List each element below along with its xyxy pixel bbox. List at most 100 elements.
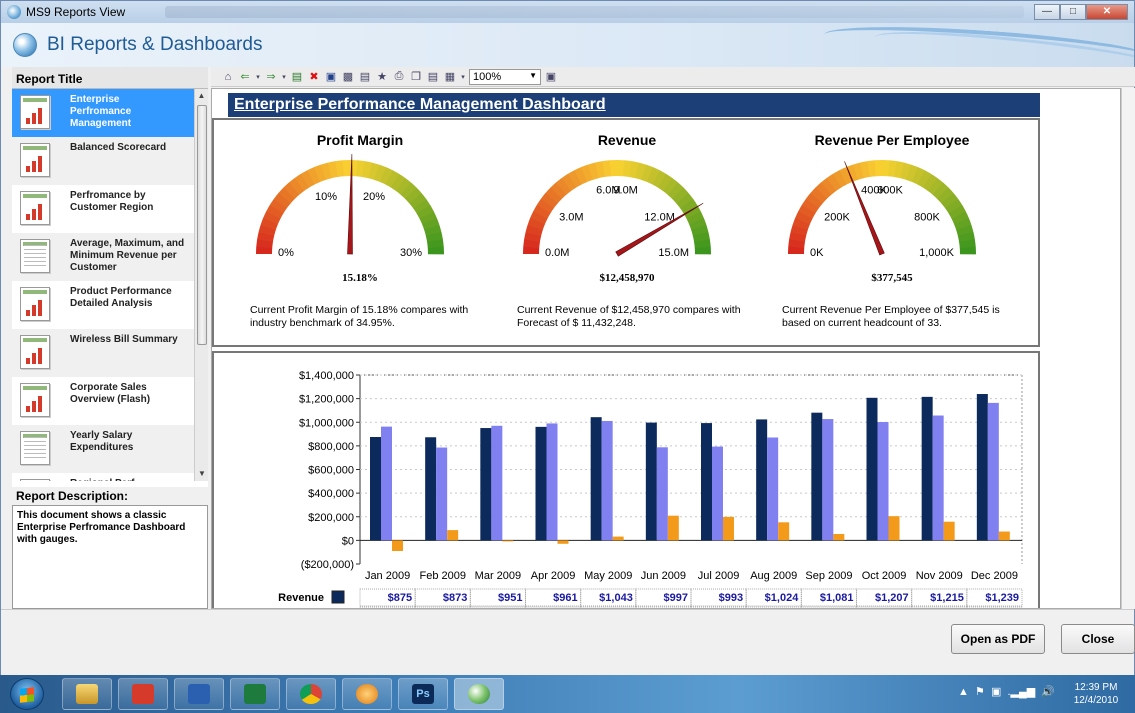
report-list-item-label: Wireless Bill Summary (70, 334, 178, 345)
table-document-icon (14, 428, 58, 468)
forward-arrow-icon[interactable]: ⇒ (264, 70, 278, 84)
x-tick-label: Aug 2009 (750, 570, 797, 582)
zoom-select[interactable]: 100% ▼ (469, 68, 541, 85)
bar-chart-document-icon (14, 188, 58, 228)
clock-date: 12/4/2010 (1073, 695, 1119, 706)
gauges-panel: Profit Margin 0% 10% 20% 30% 15.18% Current Pr… (212, 118, 1040, 347)
x-tick-label: Mar 2009 (475, 570, 521, 582)
bar-variance (998, 531, 1010, 541)
gauge-value: $377,545 (871, 272, 913, 284)
explorer-icon[interactable] (62, 678, 112, 710)
maximize-button[interactable]: □ (1060, 4, 1086, 20)
report-title-header: Report Title (12, 67, 208, 89)
report-list-item[interactable]: Perfromance by Customer Region (12, 185, 194, 233)
table-cell-value: $951 (498, 592, 522, 604)
close-button[interactable]: Close (1061, 624, 1135, 654)
report-list-item[interactable]: Yearly Salary Expenditures (12, 425, 194, 473)
gauge-title: Profit Margin (316, 132, 404, 148)
fit-page-icon[interactable]: ▣ (544, 70, 558, 84)
bar-forecast (381, 426, 392, 541)
open-pdf-button[interactable]: Open as PDF (951, 624, 1045, 654)
report-list-item-label: Perfromance by Customer Region (70, 190, 154, 213)
bar-chart-document-icon (14, 332, 58, 372)
gauge-tick-label: 0% (278, 247, 294, 259)
report-list-item[interactable]: Corporate Sales Overview (Flash) (12, 377, 194, 425)
bi-reports-icon[interactable] (454, 678, 504, 710)
bar-variance (778, 522, 790, 541)
clock[interactable]: 12:39 PM 12/4/2010 (1066, 681, 1126, 707)
scroll-up-icon[interactable]: ▲ (195, 89, 208, 103)
print-icon[interactable]: ⎙ (392, 70, 406, 84)
y-tick-label: $0 (342, 535, 354, 547)
print-preview-icon[interactable]: ▩ (341, 70, 355, 84)
document-icon[interactable]: ▤ (426, 70, 440, 84)
page-layout-icon[interactable]: ▦ (443, 70, 457, 84)
table-cell-value: $1,081 (820, 592, 854, 604)
app-icon (7, 5, 21, 19)
page-icon[interactable]: ▤ (358, 70, 372, 84)
refresh-icon[interactable]: ★ (375, 70, 389, 84)
bar-revenue (756, 419, 768, 541)
delete-icon[interactable]: ✖ (307, 70, 321, 84)
gauge-tick-label: 0K (810, 247, 824, 259)
y-tick-label: $800,000 (308, 441, 354, 453)
back-arrow-icon[interactable]: ⇐ (238, 70, 252, 84)
y-tick-label: $200,000 (308, 512, 354, 524)
word-icon[interactable] (174, 678, 224, 710)
table-cell-value: $1,024 (765, 592, 800, 604)
bar-variance (612, 536, 624, 541)
reader-icon[interactable] (118, 678, 168, 710)
start-button[interactable] (10, 678, 44, 710)
report-list-item-label: Enterprise Perfromance Management (70, 94, 132, 129)
bar-chart-document-icon (14, 380, 58, 420)
gauge-tick-label: 10% (315, 191, 337, 203)
report-list: Enterprise Perfromance Management Balance… (12, 89, 194, 481)
bar-forecast (932, 415, 944, 541)
save-icon[interactable]: ▣ (324, 70, 338, 84)
app-title: BI Reports & Dashboards (47, 34, 263, 55)
export-icon[interactable]: ▤ (290, 70, 304, 84)
scroll-down-icon[interactable]: ▼ (195, 467, 209, 481)
table-cell-value: $1,239 (985, 592, 1019, 604)
bar-revenue (701, 423, 712, 541)
report-list-item[interactable]: Wireless Bill Summary (12, 329, 194, 377)
bar-revenue (590, 417, 602, 541)
x-tick-label: Jul 2009 (698, 570, 740, 582)
table-cell-value: $1,043 (599, 592, 633, 604)
bar-chart-document-icon (14, 284, 58, 324)
scroll-thumb[interactable] (197, 105, 207, 345)
bar-revenue (535, 426, 547, 541)
bar-revenue (866, 397, 878, 541)
report-list-item[interactable]: Enterprise Perfromance Management (12, 89, 194, 137)
bar-variance (667, 515, 679, 541)
photoshop-icon[interactable]: Ps (398, 678, 448, 710)
x-tick-label: Apr 2009 (531, 570, 576, 582)
copy-icon[interactable]: ❐ (409, 70, 423, 84)
window-title: MS9 Reports View (26, 5, 126, 19)
bar-variance (557, 540, 569, 544)
revenue-bar-chart: $1,400,000 $1,200,000 $1,000,000 $800,000 $6… (278, 370, 1023, 608)
bar-forecast (601, 420, 613, 541)
x-tick-label: Jun 2009 (641, 570, 686, 582)
report-list-item[interactable]: Average, Maximum, and Minimum Revenue pe… (12, 233, 194, 281)
excel-icon[interactable] (230, 678, 280, 710)
sidebar-scrollbar[interactable]: ▲ ▼ (194, 89, 208, 481)
close-window-button[interactable]: ✕ (1086, 4, 1128, 20)
report-list-item[interactable]: Balanced Scorecard (12, 137, 194, 185)
table-row-label: Revenue (278, 592, 324, 604)
gauge-dial: 0.0M3.0M6.0M9.0M12.0M15.0M (523, 160, 711, 259)
viewer-scrollbar[interactable] (1121, 88, 1135, 609)
minimize-button[interactable]: — (1034, 4, 1060, 20)
home-icon[interactable]: ⌂ (221, 70, 235, 84)
gauge-dial: 0% 10% 20% 30% (256, 154, 444, 259)
report-list-item-label: Balanced Scorecard (70, 142, 167, 153)
report-list-item[interactable]: Regional Perf... (12, 473, 194, 481)
report-list-item[interactable]: Product Performance Detailed Analysis (12, 281, 194, 329)
bar-forecast (656, 447, 668, 541)
media-icon[interactable] (342, 678, 392, 710)
bar-forecast (436, 447, 448, 541)
chrome-icon[interactable] (286, 678, 336, 710)
gauge-tick-label: 1,000K (919, 247, 955, 259)
bar-chart-document-icon (14, 92, 58, 132)
title-bar: MS9 Reports View — □ ✕ (1, 1, 1134, 23)
